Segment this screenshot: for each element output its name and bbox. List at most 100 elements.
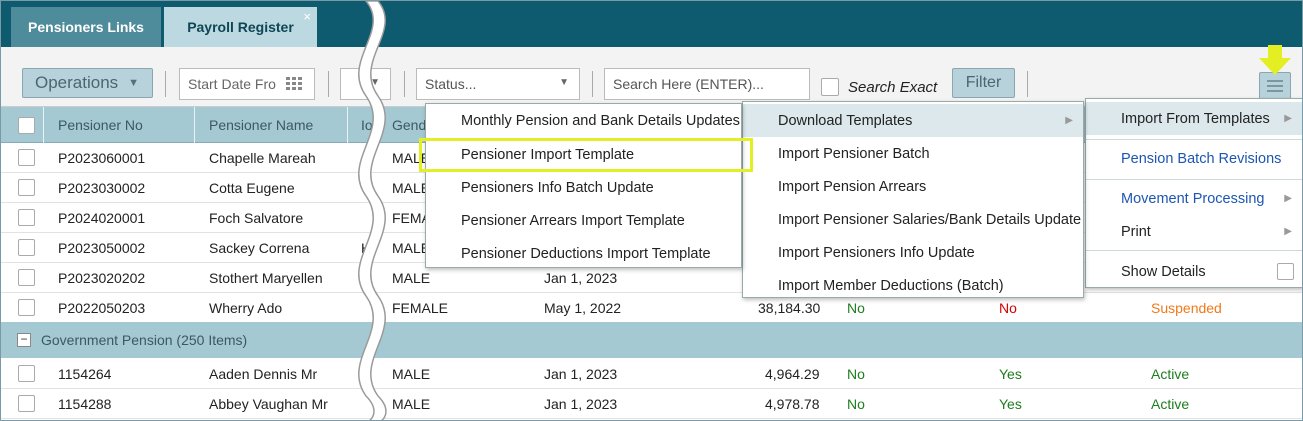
toolbar-divider	[1027, 71, 1028, 97]
group-label: Government Pension (250 Items)	[41, 332, 248, 348]
menu-item-pensioner-arrears-template[interactable]: Pensioner Arrears Import Template	[426, 204, 741, 237]
cell-pensioner-name: Chapelle Mareah	[209, 150, 316, 166]
cell-pensioner-no: P2024020001	[58, 210, 146, 226]
menu-item-movement-processing[interactable]: Movement Processing ▶	[1086, 182, 1302, 215]
cell-pensioner-no: P2023060001	[58, 150, 146, 166]
toolbar-divider	[328, 71, 329, 97]
highlight-annotation	[419, 138, 753, 172]
cell-gender: MALE	[392, 396, 431, 412]
table-row[interactable]: P2022050203 Wherry Ado FEMALE May 1, 202…	[1, 293, 1302, 323]
row-checkbox[interactable]	[18, 209, 35, 226]
tab-label: Payroll Register	[187, 19, 294, 35]
app-window: Pensioners Links Payroll Register × Oper…	[0, 0, 1303, 421]
menu-item-label: Show Details	[1121, 263, 1206, 280]
search-input[interactable]: Search Here (ENTER)...	[604, 68, 810, 100]
pointer-arrow-icon	[1259, 45, 1291, 75]
cell-status: Active	[1151, 396, 1190, 412]
column-header-pensioner-no[interactable]: Pensioner No	[58, 117, 143, 133]
cell-pensioner-name: Stothert Maryellen	[209, 270, 323, 286]
menu-item-import-salaries-bank[interactable]: Import Pensioner Salaries/Bank Details U…	[743, 203, 1083, 236]
select-all-checkbox[interactable]	[18, 117, 35, 134]
column-header-pensioner-name[interactable]: Pensioner Name	[209, 117, 313, 133]
menu-item-pensioner-deductions-template[interactable]: Pensioner Deductions Import Template	[426, 237, 741, 270]
column-header-id[interactable]: Io	[361, 117, 373, 133]
menu-item-label: Import From Templates	[1121, 110, 1270, 127]
period-select[interactable]: ▼	[340, 68, 391, 100]
collapse-icon[interactable]: −	[17, 333, 31, 347]
cell-start-date: May 1, 2022	[544, 300, 622, 316]
row-checkbox[interactable]	[18, 149, 35, 166]
menu-item-import-pensioner-batch[interactable]: Import Pensioner Batch	[743, 137, 1083, 170]
row-checkbox[interactable]	[18, 365, 35, 382]
menu-item-download-templates[interactable]: Download Templates ▶	[743, 104, 1083, 137]
cell-pensioner-name: Abbey Vaughan Mr	[209, 396, 328, 412]
menu-item-show-details[interactable]: Show Details	[1086, 255, 1302, 288]
chevron-right-icon: ▶	[1284, 113, 1292, 124]
cell-flag-1: No	[847, 396, 865, 412]
filter-button[interactable]: Filter	[952, 68, 1015, 98]
menu-item-import-member-deductions[interactable]: Import Member Deductions (Batch)	[743, 269, 1083, 302]
chevron-down-icon: ▼	[370, 77, 380, 88]
tab-pensioners-links[interactable]: Pensioners Links	[11, 7, 161, 47]
status-select[interactable]: Status... ▼	[416, 68, 580, 100]
menu-item-print[interactable]: Print ▶	[1086, 215, 1302, 248]
toolbar-divider	[592, 71, 593, 97]
chevron-right-icon: ▶	[1065, 115, 1073, 126]
row-checkbox[interactable]	[18, 179, 35, 196]
start-date-field[interactable]: Start Date Fro	[179, 68, 315, 100]
tab-bar: Pensioners Links Payroll Register ×	[1, 1, 1302, 47]
menu-item-import-pension-arrears[interactable]: Import Pension Arrears	[743, 170, 1083, 203]
table-row[interactable]: 1154288 Abbey Vaughan Mr MALE Jan 1, 202…	[1, 389, 1302, 419]
column-header-gender[interactable]: Gend	[392, 117, 426, 133]
cell-pensioner-no: P2023050002	[58, 240, 146, 256]
cell-amount: 38,184.30	[758, 300, 821, 316]
row-checkbox[interactable]	[18, 299, 35, 316]
search-exact-label: Search Exact	[848, 79, 938, 96]
row-checkbox[interactable]	[18, 395, 35, 412]
column-divider	[194, 107, 195, 143]
column-divider	[378, 107, 379, 143]
main-menu: Import From Templates ▶ Pension Batch Re…	[1085, 98, 1302, 288]
show-details-checkbox[interactable]	[1277, 263, 1294, 280]
cell-pensioner-name: Sackey Correna	[209, 240, 310, 256]
menu-divider	[1086, 250, 1302, 251]
menu-item-import-from-templates[interactable]: Import From Templates ▶	[1086, 102, 1302, 135]
chevron-right-icon: ▶	[1284, 193, 1292, 204]
download-templates-submenu: Monthly Pension and Bank Details Updates…	[425, 103, 742, 268]
menu-item-label: Import Member Deductions (Batch)	[778, 277, 1004, 294]
table-row[interactable]: 1154264 Aaden Dennis Mr MALE Jan 1, 2023…	[1, 359, 1302, 389]
menu-item-label: Monthly Pension and Bank Details Updates	[461, 112, 740, 129]
cell-id: H	[361, 240, 372, 256]
toolbar-divider	[165, 71, 166, 97]
cell-pensioner-name: Cotta Eugene	[209, 180, 295, 196]
status-placeholder: Status...	[425, 76, 477, 92]
operations-label: Operations	[35, 73, 119, 92]
column-divider	[347, 107, 348, 143]
menu-item-label: Download Templates	[778, 112, 913, 129]
cell-pensioner-name: Aaden Dennis Mr	[209, 366, 318, 382]
menu-item-label: Print	[1121, 223, 1151, 240]
menu-item-label: Movement Processing	[1121, 190, 1265, 207]
menu-item-label: Pensioner Arrears Import Template	[461, 212, 685, 229]
cell-pensioner-no: P2023030002	[58, 180, 146, 196]
menu-item-pensioners-info-batch[interactable]: Pensioners Info Batch Update	[426, 171, 741, 204]
search-exact-checkbox[interactable]	[821, 78, 839, 96]
tab-payroll-register[interactable]: Payroll Register ×	[164, 7, 317, 47]
operations-button[interactable]: Operations ▼	[22, 68, 153, 98]
cell-pensioner-no: P2022050203	[58, 300, 146, 316]
group-row[interactable]: − Government Pension (250 Items)	[1, 322, 1302, 358]
menu-item-pension-batch-revisions[interactable]: Pension Batch Revisions	[1086, 142, 1302, 175]
cell-pensioner-no: 1154264	[58, 366, 112, 382]
cell-start-date: Jan 1, 2023	[544, 270, 618, 286]
menu-item-monthly-pension-bank[interactable]: Monthly Pension and Bank Details Updates	[426, 104, 741, 137]
close-icon[interactable]: ×	[303, 9, 311, 24]
cell-start-date: Jan 1, 2023	[544, 366, 618, 382]
row-checkbox[interactable]	[18, 239, 35, 256]
menu-item-import-info-update[interactable]: Import Pensioners Info Update	[743, 236, 1083, 269]
column-divider	[43, 107, 44, 143]
cell-pensioner-no: 1154288	[58, 396, 112, 412]
row-checkbox[interactable]	[18, 269, 35, 286]
cell-flag-1: No	[847, 300, 865, 316]
start-date-placeholder: Start Date Fro	[188, 76, 276, 92]
calendar-icon[interactable]	[286, 77, 306, 96]
